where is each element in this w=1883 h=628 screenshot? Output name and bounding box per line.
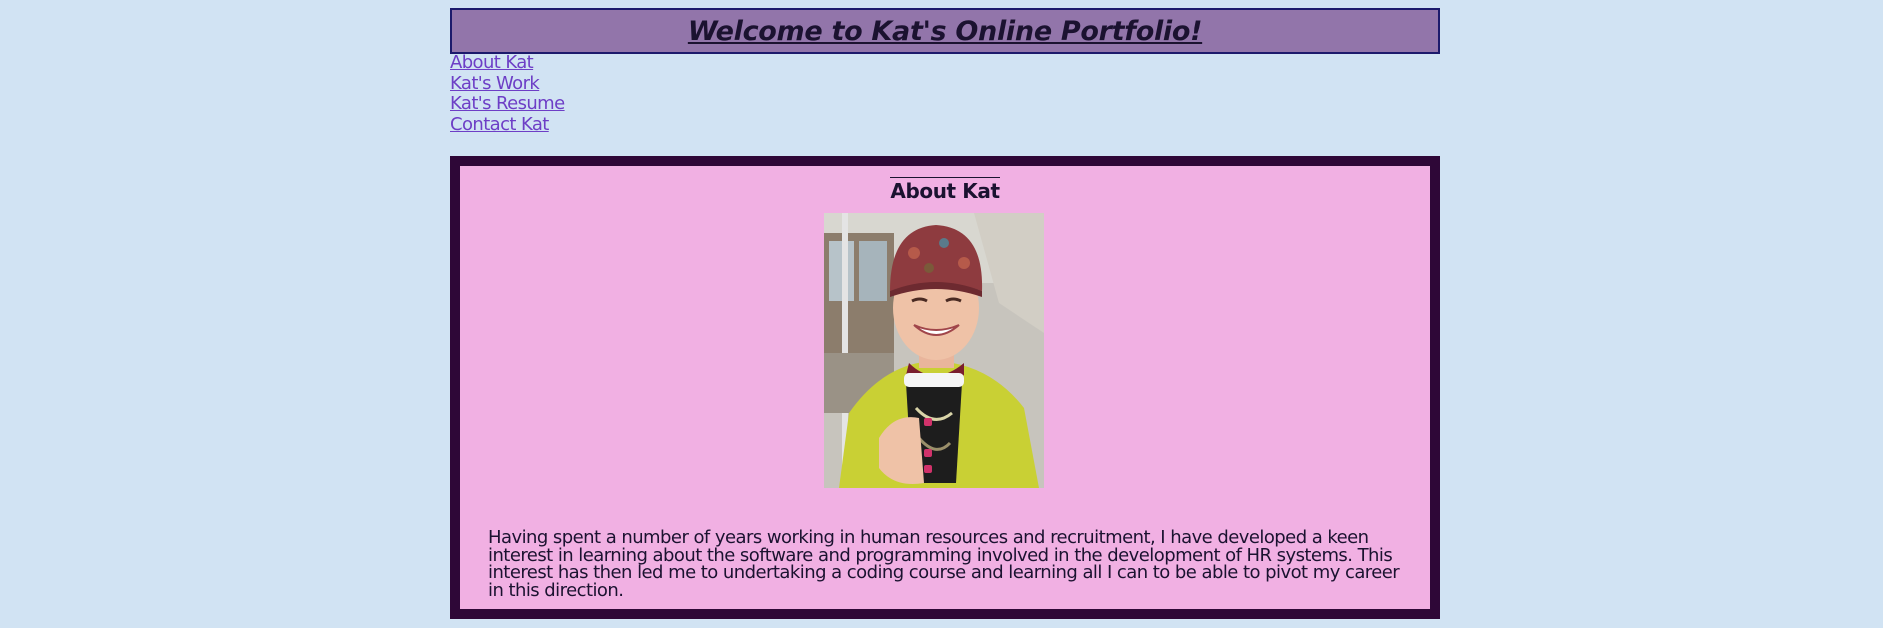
- page-title: Welcome to Kat's Online Portfolio!: [687, 15, 1203, 47]
- nav-link-work[interactable]: Kat's Work: [450, 73, 565, 95]
- about-heading-wrap: About Kat: [460, 177, 1430, 203]
- about-paragraph: Having spent a number of years working i…: [488, 527, 1400, 601]
- nav-menu: About Kat Kat's Work Kat's Resume Contac…: [450, 52, 565, 136]
- nav-link-resume[interactable]: Kat's Resume: [450, 93, 565, 115]
- about-heading: About Kat: [890, 177, 1000, 203]
- profile-photo: [824, 213, 1044, 488]
- nav-link-contact[interactable]: Contact Kat: [450, 114, 565, 136]
- about-section: About Kat Having spent a number of years…: [450, 156, 1440, 619]
- page-header: Welcome to Kat's Online Portfolio!: [450, 8, 1440, 54]
- nav-link-about[interactable]: About Kat: [450, 52, 565, 74]
